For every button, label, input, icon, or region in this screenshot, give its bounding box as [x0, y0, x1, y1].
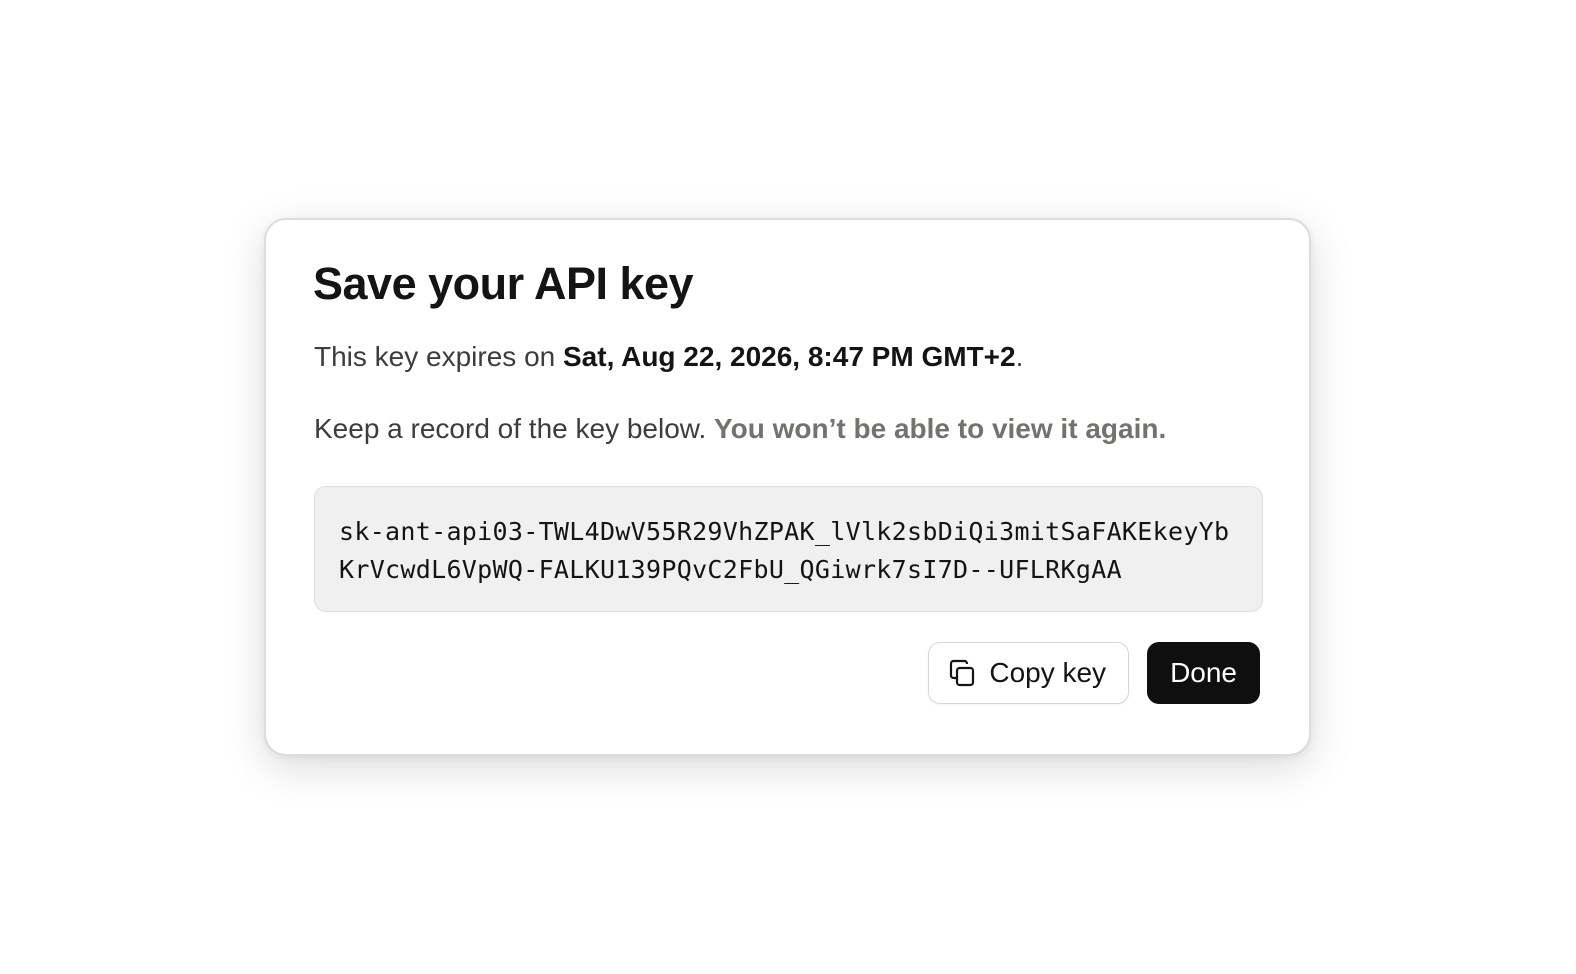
done-button[interactable]: Done: [1147, 642, 1260, 704]
expiration-suffix: .: [1015, 341, 1024, 372]
expiration-notice: This key expires on Sat, Aug 22, 2026, 8…: [314, 341, 1023, 373]
copy-key-label: Copy key: [989, 657, 1107, 688]
record-instruction: Keep a record of the key below.: [314, 413, 715, 444]
api-key-box[interactable]: sk-ant-api03-TWL4DwV55R29VhZPAK_lVlk2sbD…: [314, 486, 1263, 612]
record-warning: You won’t be able to view it again.: [714, 413, 1167, 444]
expiration-date: Sat, Aug 22, 2026, 8:47 PM GMT+2: [563, 341, 1016, 372]
record-notice: Keep a record of the key below. You won’…: [314, 413, 1166, 445]
save-api-key-dialog: Save your API key This key expires on Sa…: [264, 218, 1311, 756]
dialog-actions: Copy key Done: [928, 642, 1260, 704]
copy-icon: [947, 658, 977, 688]
api-key-value[interactable]: sk-ant-api03-TWL4DwV55R29VhZPAK_lVlk2sbD…: [339, 513, 1238, 589]
copy-key-button[interactable]: Copy key: [928, 642, 1130, 704]
expiration-prefix: This key expires on: [314, 341, 563, 372]
dialog-title: Save your API key: [313, 258, 694, 309]
